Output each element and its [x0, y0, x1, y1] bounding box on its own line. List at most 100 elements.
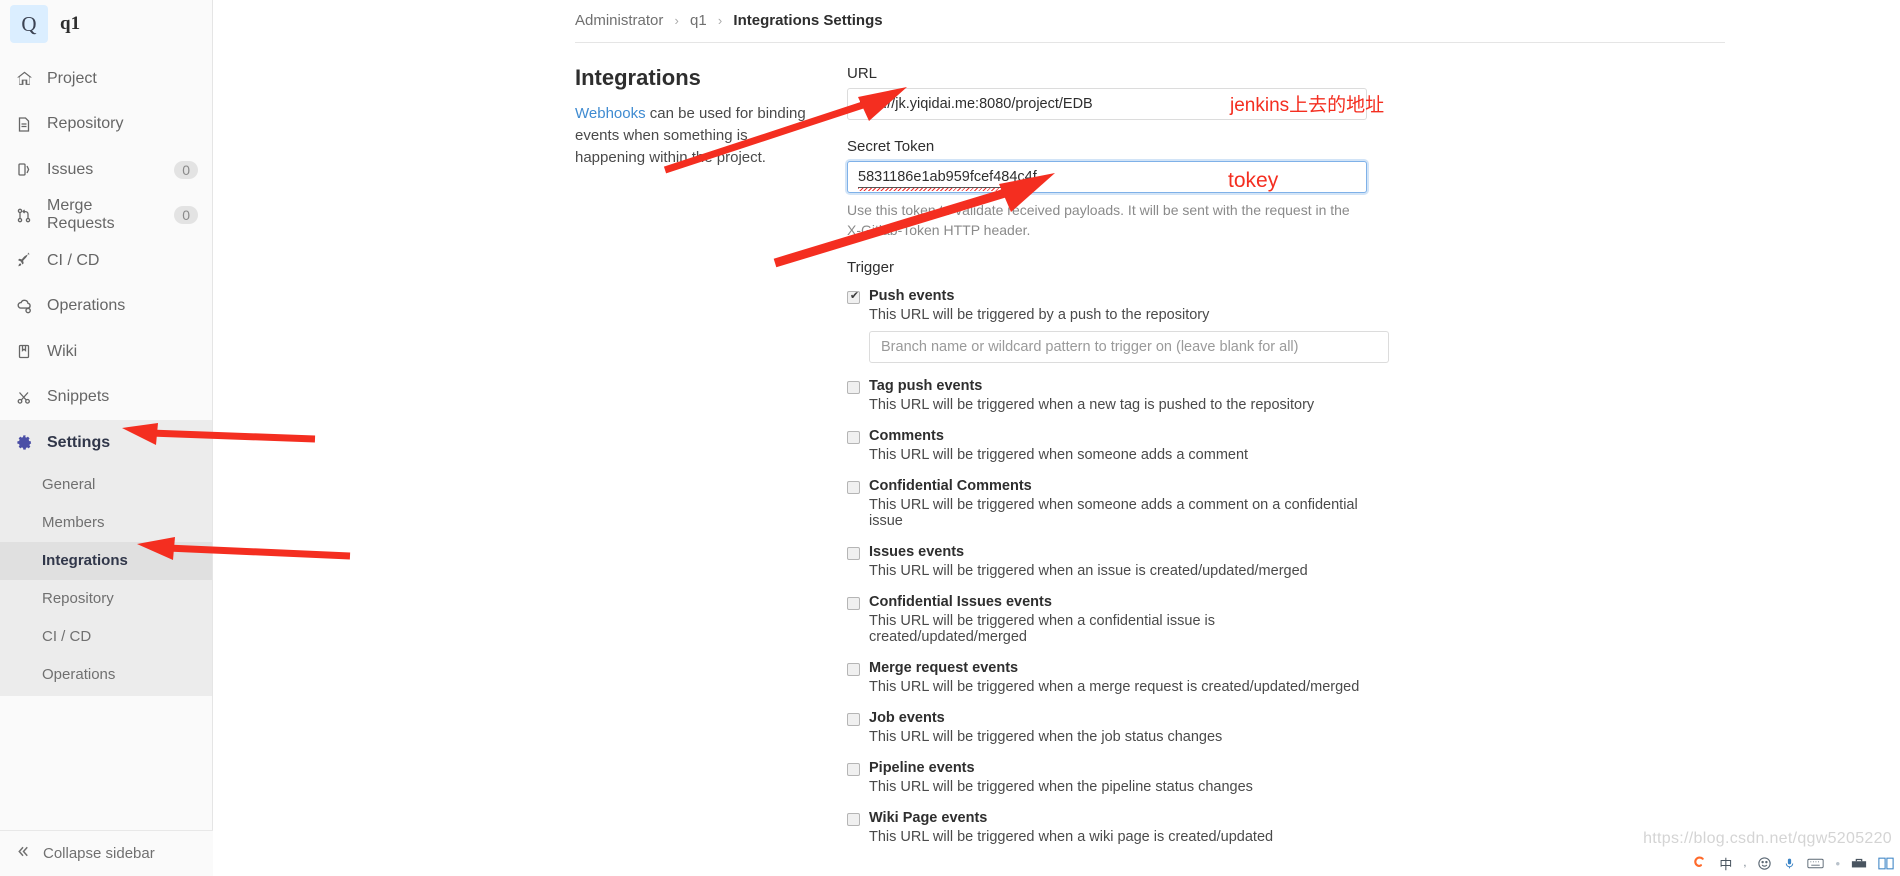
tray-window-icon[interactable] [1878, 857, 1894, 870]
tray-keyboard-icon[interactable] [1807, 857, 1825, 870]
trigger-checkbox-confidential-comments[interactable] [847, 480, 860, 494]
trigger-label: Job events [869, 709, 945, 726]
sidebar-subitem-members[interactable]: Members [0, 504, 212, 542]
sidebar-item-label: Project [47, 69, 97, 87]
trigger-label: Confidential Issues events [869, 593, 1052, 610]
annotation-token-note: tokey [1228, 169, 1279, 192]
page-title: Integrations [575, 65, 701, 90]
trigger-row: Wiki Page events This URL will be trigge… [847, 810, 1367, 845]
url-field-label: URL [847, 65, 878, 82]
sidebar-item-label: Repository [47, 115, 124, 133]
breadcrumb-current: Integrations Settings [733, 12, 883, 29]
trigger-description: This URL will be triggered when the pipe… [869, 778, 1253, 795]
system-tray: 中 , • [1691, 850, 1894, 876]
subitem-label: CI / CD [42, 628, 92, 645]
trigger-description: This URL will be triggered when a wiki p… [869, 828, 1274, 845]
issues-count-badge: 0 [174, 160, 198, 179]
trigger-checkbox-issues-events[interactable] [847, 546, 860, 560]
trigger-section-label: Trigger [847, 258, 894, 276]
trigger-description: This URL will be triggered when someone … [869, 496, 1358, 529]
tray-toolbox-icon[interactable] [1851, 856, 1867, 870]
webhook-form: URL Secret Token 5831186e1ab959fcef484c4… [847, 65, 1389, 860]
trigger-description: This URL will be triggered when a new ta… [869, 396, 1315, 413]
trigger-checkbox-comments[interactable] [847, 430, 860, 444]
sidebar-item-repository[interactable]: Repository [0, 102, 212, 148]
trigger-label: Pipeline events [869, 759, 975, 776]
sidebar-item-project[interactable]: Project [0, 56, 212, 102]
sidebar-subitem-operations[interactable]: Operations [0, 656, 212, 694]
subitem-label: General [42, 476, 96, 493]
trigger-row: Tag push events This URL will be trigger… [847, 378, 1367, 413]
trigger-row: Merge request events This URL will be tr… [847, 660, 1367, 695]
trigger-checkbox-tag-push-events[interactable] [847, 380, 860, 394]
breadcrumb-separator-icon: › [717, 13, 723, 28]
rocket-icon [14, 251, 34, 271]
trigger-row: Job events This URL will be triggered wh… [847, 710, 1367, 745]
tray-smiley-icon[interactable] [1757, 856, 1772, 871]
merge-requests-count-badge: 0 [174, 206, 198, 225]
trigger-label: Push events [869, 287, 955, 304]
trigger-checkbox-pipeline-events[interactable] [847, 762, 860, 776]
settings-subnav: General Members Integrations Repository … [0, 465, 212, 696]
sidebar-item-label: Operations [47, 297, 126, 315]
trigger-description: This URL will be triggered by a push to … [869, 306, 1210, 323]
sidebar-item-label: Settings [47, 433, 111, 451]
trigger-checkbox-merge-request-events[interactable] [847, 662, 860, 676]
project-avatar: Q [10, 5, 48, 43]
push-branch-filter-input[interactable] [869, 330, 1389, 363]
trigger-checkbox-wiki-page-events[interactable] [847, 812, 860, 826]
trigger-checkbox-confidential-issues-events[interactable] [847, 596, 860, 610]
main-content: Administrator › q1 › Integrations Settin… [213, 0, 1900, 876]
sidebar-item-snippets[interactable]: Snippets [0, 375, 212, 421]
sidebar-nav: Project Repository Issues 0 Merge Reques… [0, 56, 212, 696]
sidebar-item-operations[interactable]: Operations [0, 284, 212, 330]
trigger-description: This URL will be triggered when a confid… [869, 612, 1216, 645]
tray-dot-icon: • [1835, 855, 1840, 871]
collapse-chevron-icon [16, 844, 31, 863]
secret-token-input[interactable] [847, 161, 1367, 193]
breadcrumb-separator-icon: › [674, 13, 679, 28]
secret-token-wrap: 5831186e1ab959fcef484c4f [847, 161, 1367, 193]
sidebar-item-ci-cd[interactable]: CI / CD [0, 238, 212, 284]
trigger-description: This URL will be triggered when an issue… [869, 562, 1308, 579]
trigger-description: This URL will be triggered when a merge … [869, 678, 1360, 695]
sidebar-item-issues[interactable]: Issues 0 [0, 147, 212, 193]
gitlab-integrations-page: Q q1 Project Repository Issues 0 Merge R… [0, 0, 1900, 876]
trigger-checkbox-job-events[interactable] [847, 712, 860, 726]
sidebar-item-wiki[interactable]: Wiki [0, 329, 212, 375]
tray-chinese-input-icon[interactable]: 中 [1719, 854, 1732, 873]
trigger-label: Merge request events [869, 659, 1019, 676]
trigger-checkbox-push-events[interactable] [847, 289, 861, 304]
sidebar-subitem-ci-cd[interactable]: CI / CD [0, 618, 212, 656]
breadcrumb: Administrator › q1 › Integrations Settin… [213, 0, 1900, 29]
sidebar-item-label: Wiki [47, 342, 78, 360]
sidebar-subitem-integrations[interactable]: Integrations [0, 541, 212, 580]
merge-icon [14, 205, 34, 225]
gear-icon [14, 433, 34, 453]
sidebar-item-merge-requests[interactable]: Merge Requests 0 [0, 193, 212, 239]
trigger-description: This URL will be triggered when the job … [869, 728, 1223, 745]
sidebar: Q q1 Project Repository Issues 0 Merge R… [0, 0, 213, 876]
tray-sogou-icon[interactable] [1691, 855, 1708, 872]
breadcrumb-owner[interactable]: Administrator [575, 12, 663, 29]
issue-icon [14, 160, 34, 180]
tray-mic-icon[interactable] [1783, 856, 1796, 871]
trigger-label: Comments [869, 427, 944, 444]
tray-comma-icon[interactable]: , [1743, 857, 1746, 869]
sidebar-subitem-repository[interactable]: Repository [0, 580, 212, 618]
subitem-label: Integrations [42, 552, 128, 569]
sidebar-item-settings[interactable]: Settings [0, 420, 212, 466]
collapse-sidebar-button[interactable]: Collapse sidebar [0, 830, 213, 876]
project-header[interactable]: Q q1 [0, 0, 212, 48]
trigger-row: Confidential Comments This URL will be t… [847, 478, 1367, 529]
secret-token-field-label: Secret Token [847, 138, 935, 155]
trigger-label: Wiki Page events [869, 809, 988, 826]
subitem-label: Members [42, 514, 105, 531]
webhooks-link[interactable]: Webhooks [575, 105, 646, 122]
sidebar-item-label: Snippets [47, 388, 110, 406]
sidebar-subitem-general[interactable]: General [0, 466, 212, 504]
watermark: https://blog.csdn.net/qgw5205220 [1643, 830, 1892, 847]
breadcrumb-project[interactable]: q1 [690, 12, 707, 29]
subitem-label: Operations [42, 666, 116, 683]
trigger-row: Comments This URL will be triggered when… [847, 428, 1367, 463]
